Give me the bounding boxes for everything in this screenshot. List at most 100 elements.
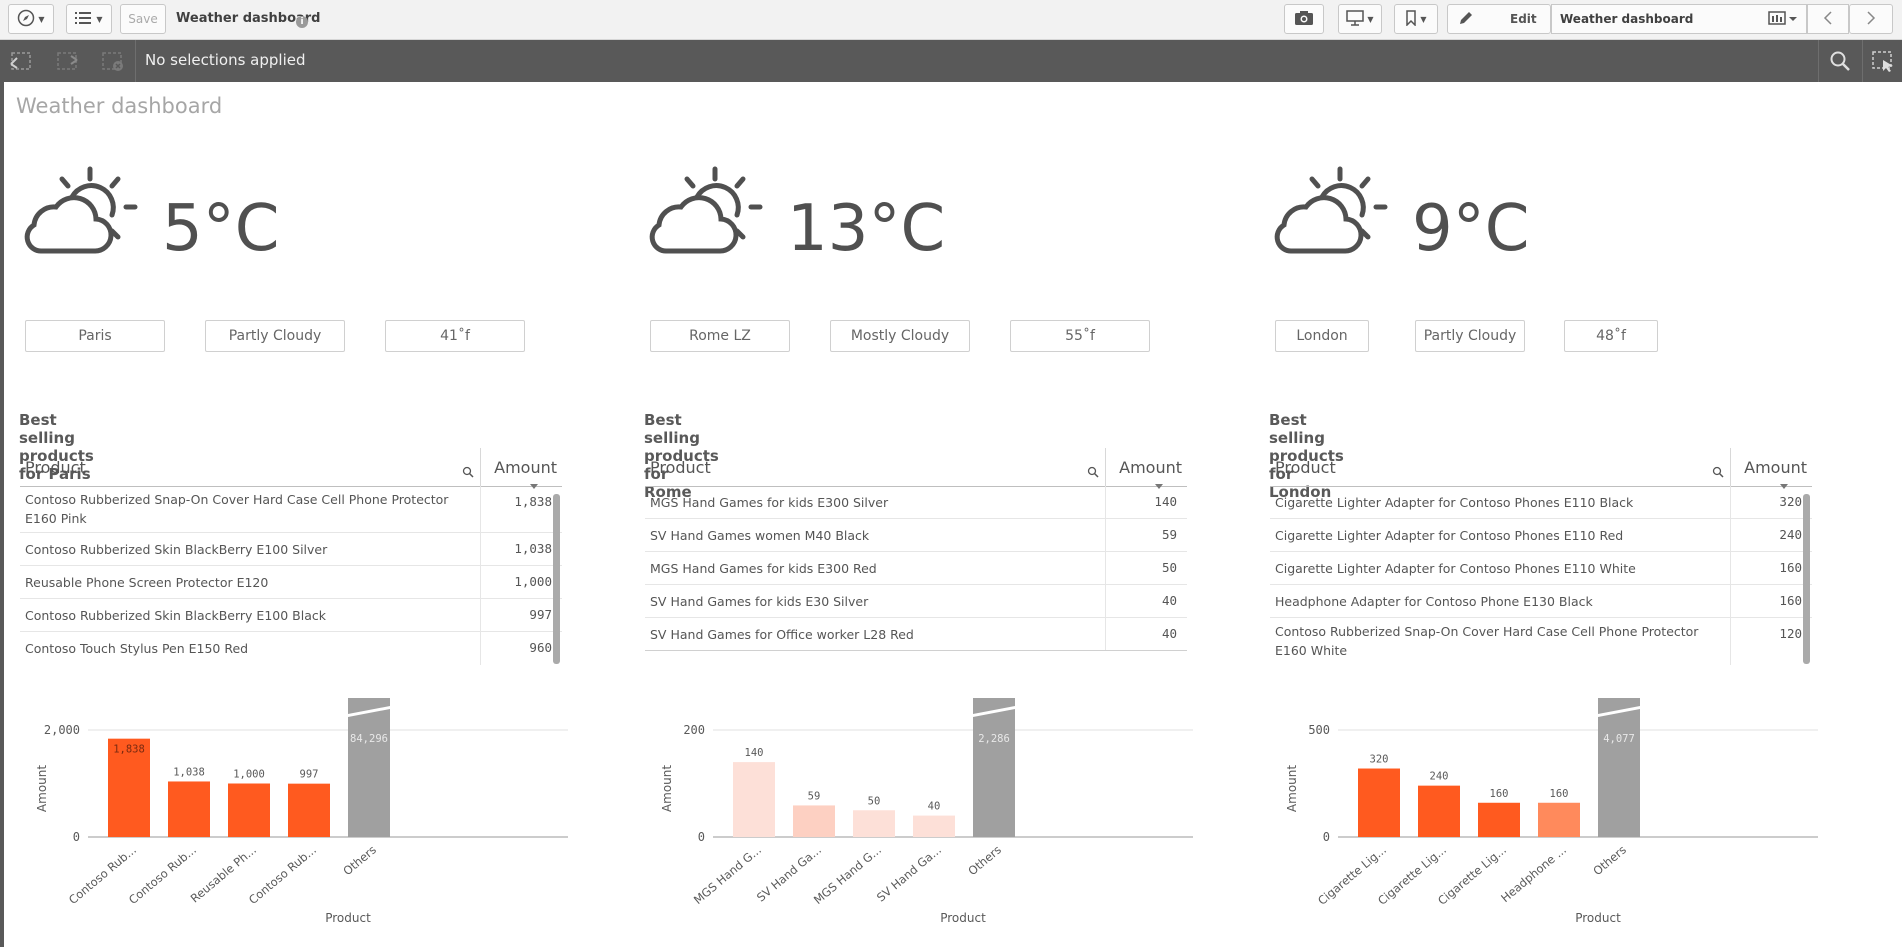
data-label: 160 [1490,788,1509,800]
table-row[interactable]: Contoso Touch Stylus Pen E150 Red 960 [20,632,562,665]
product-cell[interactable]: Contoso Rubberized Skin BlackBerry E100 … [25,540,465,559]
search-icon[interactable] [1827,48,1853,74]
divider [480,448,481,486]
bar[interactable] [1538,802,1580,837]
table-row[interactable]: SV Hand Games for Office worker L28 Red 4… [645,618,1187,651]
divider [1730,519,1731,551]
table-row[interactable]: Cigarette Lighter Adapter for Contoso Ph… [1270,519,1812,552]
table-row[interactable]: SV Hand Games for kids E30 Silver 40 [645,585,1187,618]
x-axis-label: Product [1575,911,1621,925]
list-icon [75,11,93,28]
amount-cell: 160 [1779,593,1802,608]
bar[interactable] [1358,768,1400,837]
clear-selections-icon[interactable] [99,48,125,74]
data-label: 59 [808,790,821,802]
bar[interactable] [288,783,330,837]
forward-selection-icon[interactable] [54,48,80,74]
product-cell[interactable]: MGS Hand Games for kids E300 Silver [650,493,1090,512]
column-header-amount[interactable]: Amount [494,458,557,477]
bar-others[interactable] [1598,698,1640,837]
edit-button[interactable]: Edit [1447,4,1551,34]
data-label: 50 [868,795,881,807]
table-row[interactable]: Cigarette Lighter Adapter for Contoso Ph… [1270,486,1812,519]
y-tick-label: 2,000 [44,723,80,737]
sheet-menu-button[interactable]: ▼ [66,4,112,34]
column-header-product[interactable]: Product [1275,458,1336,477]
condition-kpi[interactable]: Partly Cloudy [205,320,345,352]
condition-kpi[interactable]: Mostly Cloudy [830,320,970,352]
temperature-celsius: 5°C [162,192,280,266]
column-header-amount[interactable]: Amount [1744,458,1807,477]
selections-tool-icon[interactable] [1870,48,1896,74]
fahrenheit-kpi[interactable]: 48˚f [1564,320,1658,352]
previous-sheet-button[interactable] [1807,4,1849,34]
product-cell[interactable]: Contoso Touch Stylus Pen E150 Red [25,639,465,658]
city-kpi[interactable]: Rome LZ [650,320,790,352]
fahrenheit-kpi[interactable]: 55˚f [1010,320,1150,352]
snapshot-button[interactable] [1284,4,1324,34]
bar[interactable] [793,805,835,837]
product-cell[interactable]: SV Hand Games for kids E30 Silver [650,592,1090,611]
search-icon[interactable] [1712,463,1724,482]
y-tick-label: 200 [683,723,705,737]
bar[interactable] [853,810,895,837]
column-header-product[interactable]: Product [650,458,711,477]
city-kpi[interactable]: London [1275,320,1369,352]
product-cell[interactable]: Cigarette Lighter Adapter for Contoso Ph… [1275,526,1715,545]
fahrenheit-kpi[interactable]: 41˚f [385,320,525,352]
table-row[interactable]: Contoso Rubberized Snap-On Cover Hard Ca… [1270,618,1812,665]
camera-icon [1294,10,1314,29]
table-row[interactable]: Contoso Rubberized Snap-On Cover Hard Ca… [20,486,562,533]
edit-label: Edit [1510,12,1537,26]
table-row[interactable]: Contoso Rubberized Skin BlackBerry E100 … [20,599,562,632]
bar-others[interactable] [348,698,390,837]
sheet-selector[interactable]: Weather dashboard [1551,4,1807,34]
table-row[interactable]: Contoso Rubberized Skin BlackBerry E100 … [20,533,562,566]
table-row[interactable]: MGS Hand Games for kids E300 Silver 140 [645,486,1187,519]
product-cell[interactable]: Contoso Rubberized Snap-On Cover Hard Ca… [25,490,465,528]
product-cell[interactable]: SV Hand Games for Office worker L28 Red [650,625,1090,644]
table-header: Product Amount [1270,448,1812,489]
product-cell[interactable]: SV Hand Games women M40 Black [650,526,1090,545]
product-cell[interactable]: Reusable Phone Screen Protector E120 [25,573,465,592]
product-cell[interactable]: Cigarette Lighter Adapter for Contoso Ph… [1275,559,1715,578]
bar-others[interactable] [973,698,1015,837]
divider [480,486,481,532]
bar[interactable] [733,762,775,837]
back-selection-icon[interactable] [8,48,34,74]
amount-cell: 1,000 [514,574,552,589]
product-cell[interactable]: Headphone Adapter for Contoso Phone E130… [1275,592,1715,611]
bar[interactable] [1418,785,1460,837]
partly-cloudy-icon [647,163,767,262]
table-scrollbar[interactable] [553,494,560,664]
table-scrollbar[interactable] [1803,494,1810,664]
table-row[interactable]: Reusable Phone Screen Protector E120 1,00… [20,566,562,599]
column-header-product[interactable]: Product [25,458,86,477]
bar[interactable] [1478,802,1520,837]
present-button[interactable]: ▼ [1338,4,1382,34]
bar[interactable] [168,781,210,837]
bar[interactable] [228,783,270,838]
table-row[interactable]: SV Hand Games women M40 Black 59 [645,519,1187,552]
column-header-amount[interactable]: Amount [1119,458,1182,477]
navigation-button[interactable]: ▼ [8,4,54,34]
y-tick-label: 0 [698,830,705,844]
table-row[interactable]: Cigarette Lighter Adapter for Contoso Ph… [1270,552,1812,585]
table-row[interactable]: MGS Hand Games for kids E300 Red 50 [645,552,1187,585]
city-kpi[interactable]: Paris [25,320,165,352]
info-icon[interactable]: i [296,16,308,28]
bookmark-button[interactable]: ▼ [1394,4,1438,34]
product-cell[interactable]: Contoso Rubberized Skin BlackBerry E100 … [25,606,465,625]
table-header: Product Amount [645,448,1187,489]
next-sheet-button[interactable] [1849,4,1893,34]
save-button[interactable]: Save [120,4,166,34]
table-row[interactable]: Headphone Adapter for Contoso Phone E130… [1270,585,1812,618]
divider [480,533,481,565]
condition-kpi[interactable]: Partly Cloudy [1415,320,1525,352]
bar[interactable] [913,815,955,837]
product-cell[interactable]: Contoso Rubberized Snap-On Cover Hard Ca… [1275,622,1715,660]
product-cell[interactable]: MGS Hand Games for kids E300 Red [650,559,1090,578]
product-cell[interactable]: Cigarette Lighter Adapter for Contoso Ph… [1275,493,1715,512]
search-icon[interactable] [462,463,474,482]
search-icon[interactable] [1087,463,1099,482]
